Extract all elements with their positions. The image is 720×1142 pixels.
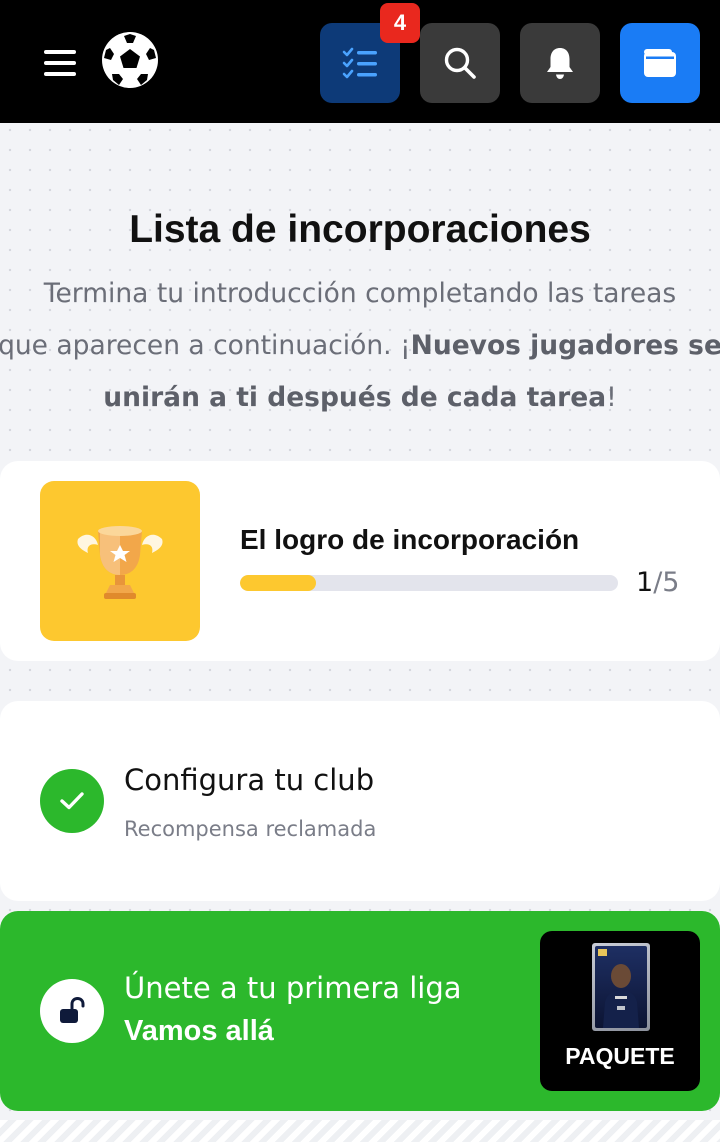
- intro-line-3-end: !: [606, 382, 617, 413]
- intro-line-1: Termina tu introducción completando las …: [43, 278, 677, 309]
- trophy-tile: [40, 481, 200, 641]
- tasks-count-badge: 4: [380, 3, 420, 43]
- intro-line-3: unirán a ti después de cada tarea!: [0, 372, 720, 424]
- progress-total: /5: [653, 567, 680, 598]
- wallet-button[interactable]: [620, 23, 700, 103]
- notifications-button[interactable]: [520, 23, 600, 103]
- hamburger-menu-icon[interactable]: [44, 50, 76, 76]
- top-bar: 4: [0, 0, 720, 123]
- bell-icon: [547, 48, 573, 79]
- checklist-icon: [342, 47, 377, 79]
- unlocked-status: [40, 979, 104, 1043]
- achievement-title: El logro de incorporación: [240, 524, 580, 555]
- player-card-icon: [592, 943, 650, 1031]
- unlock-icon: [60, 997, 85, 1023]
- task-title: Configura tu club: [124, 763, 375, 797]
- intro-line-2-bold: Nuevos jugadores se: [410, 330, 720, 361]
- player-silhouette-icon: [598, 949, 639, 1028]
- achievement-progress-count: 1/5: [636, 567, 679, 598]
- wallet-icon: [644, 49, 676, 77]
- lets-go-link[interactable]: Vamos allá: [124, 1015, 274, 1048]
- trophy-icon: [77, 526, 163, 599]
- intro-text: Termina tu introducción completando las …: [0, 268, 720, 424]
- search-icon: [444, 47, 476, 79]
- achievement-progress-bar: [240, 575, 618, 591]
- next-task-card-edge: [0, 1120, 720, 1142]
- progress-current: 1: [636, 567, 654, 598]
- soccer-ball-logo-icon[interactable]: [100, 30, 160, 90]
- intro-line-3-bold: unirán a ti después de cada tarea: [103, 382, 607, 413]
- task-subtitle: Recompensa reclamada: [124, 817, 377, 841]
- page-title: Lista de incorporaciones: [129, 208, 591, 251]
- intro-line-2: que aparecen a continuación. ¡Nuevos jug…: [0, 320, 720, 372]
- reward-pack-label: PAQUETE: [565, 1043, 675, 1069]
- achievement-card[interactable]: El logro de incorporación 1/5: [0, 461, 720, 661]
- intro-line-2-plain: que aparecen a continuación. ¡: [0, 330, 411, 361]
- search-button[interactable]: [420, 23, 500, 103]
- task-join-league[interactable]: Únete a tu primera liga Vamos allá PAQUE…: [0, 911, 720, 1111]
- check-icon: [60, 792, 84, 810]
- task-setup-club[interactable]: Configura tu club Recompensa reclamada: [0, 701, 720, 901]
- task-title: Únete a tu primera liga: [124, 971, 462, 1005]
- completed-status: [40, 769, 104, 833]
- reward-pack[interactable]: PAQUETE: [540, 931, 700, 1091]
- achievement-progress-fill: [240, 575, 316, 591]
